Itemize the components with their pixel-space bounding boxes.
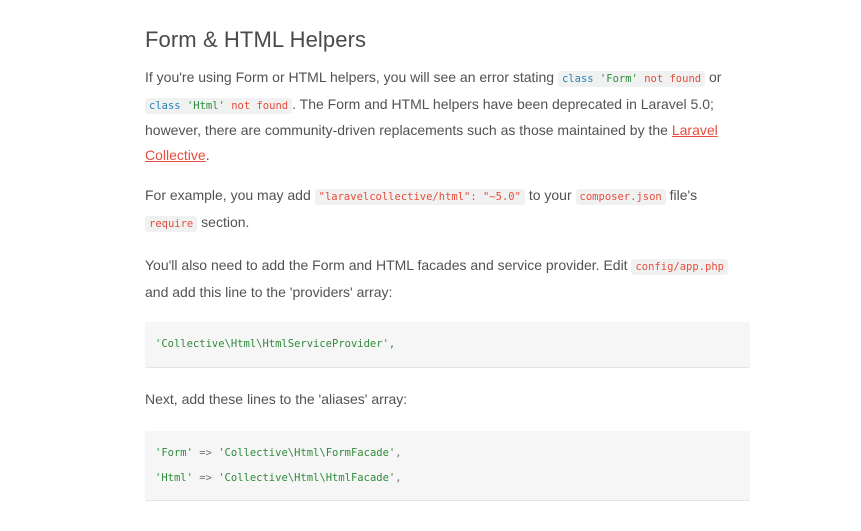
code-line: 'Html' => 'Collective\Html\HtmlFacade', xyxy=(155,472,402,484)
code-line: 'Form' => 'Collective\Html\FormFacade', xyxy=(155,447,402,459)
inline-code-config-app: config/app.php xyxy=(631,259,728,275)
code-operator: => xyxy=(192,447,219,459)
code-text: not found xyxy=(231,99,289,112)
code-punctuation: , xyxy=(395,447,402,459)
inline-code-require: require xyxy=(145,215,198,232)
code-text: not found xyxy=(644,73,702,85)
paragraph-form-html-intro: If you're using Form or HTML helpers, yo… xyxy=(145,65,750,167)
code-string: 'Collective\Html\HtmlFacade' xyxy=(218,472,396,484)
code-string: 'Html' xyxy=(155,472,193,484)
code-string: 'Form' xyxy=(155,447,193,459)
text: or xyxy=(705,69,722,85)
paragraph-aliases: Next, add these lines to the 'aliases' a… xyxy=(145,391,408,407)
inline-code-class-html: class 'Html' not found xyxy=(145,97,293,114)
code-block-aliases: 'Form' => 'Collective\Html\FormFacade', … xyxy=(145,431,750,501)
inline-code-composer-json: composer.json xyxy=(575,189,666,205)
text: If you're using Form or HTML helpers, yo… xyxy=(145,69,558,85)
inline-code-package: "laravelcollective/html": "~5.0" xyxy=(314,189,525,205)
code-block-providers: 'Collective\Html\HtmlServiceProvider', xyxy=(145,322,750,368)
text: and add this line to the 'providers' arr… xyxy=(145,283,393,300)
code-keyword: class xyxy=(561,73,594,85)
code-string: 'Html' xyxy=(186,99,225,112)
code-keyword: class xyxy=(149,99,181,112)
code-punctuation: , xyxy=(395,472,402,484)
code-string: 'Form' xyxy=(599,73,638,85)
text: section. xyxy=(197,213,250,230)
text: . xyxy=(205,146,210,163)
code-operator: => xyxy=(192,472,219,484)
paragraph-composer: For example, you may add "laravelcollect… xyxy=(145,183,750,236)
section-heading: Form & HTML Helpers xyxy=(145,27,367,52)
text: You'll also need to add the Form and HTM… xyxy=(145,257,632,273)
paragraph-providers: You'll also need to add the Form and HTM… xyxy=(145,253,750,304)
text: to your xyxy=(524,187,576,203)
text: For example, you may add xyxy=(145,187,315,203)
code-string: 'Collective\Html\FormFacade' xyxy=(218,447,396,459)
text: file's xyxy=(665,187,698,203)
code-line: 'Collective\Html\HtmlServiceProvider', xyxy=(155,338,396,350)
inline-code-class-form: class 'Form' not found xyxy=(557,71,706,87)
